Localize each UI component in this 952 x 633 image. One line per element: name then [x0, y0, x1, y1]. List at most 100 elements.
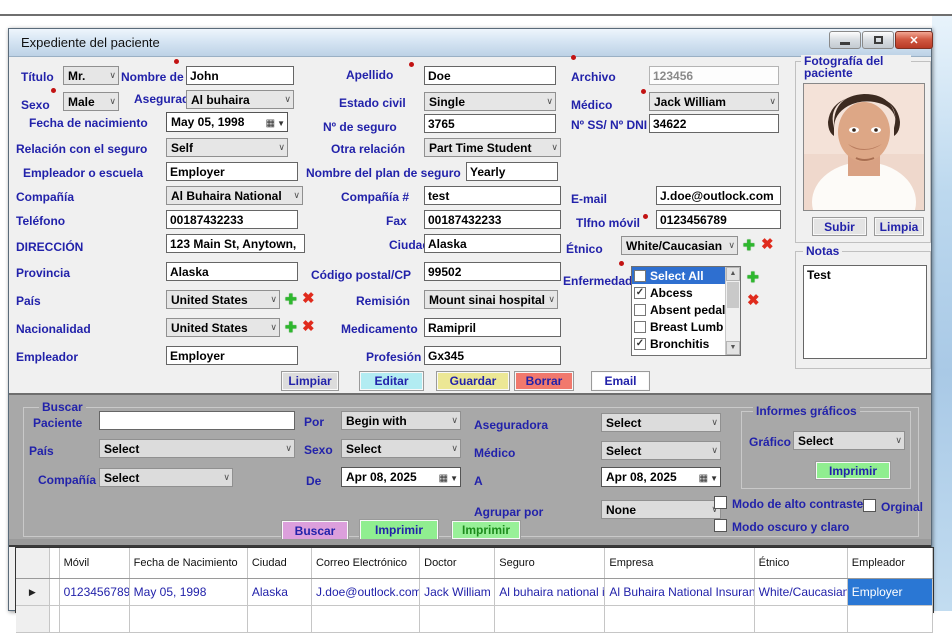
- buscar-aseguradora-select[interactable]: Select∨: [601, 413, 721, 432]
- fax-input[interactable]: 00187432233: [424, 210, 561, 229]
- grid-cell[interactable]: 0123456789: [59, 579, 129, 606]
- notas-textarea[interactable]: Test: [803, 265, 927, 359]
- medicamento-input[interactable]: Ramipril: [424, 318, 561, 337]
- num-seguro-input[interactable]: 3765: [424, 114, 556, 133]
- delete-enfermedad-icon[interactable]: ✖: [747, 293, 760, 308]
- grid-cell[interactable]: Jack William: [420, 579, 495, 606]
- buscar-a-datepicker[interactable]: Apr 08, 2025 ▦▼: [601, 467, 721, 487]
- disease-item[interactable]: Select All: [632, 267, 726, 284]
- email-input[interactable]: J.doe@outlock.com: [656, 186, 781, 205]
- fecha-nacimiento-datepicker[interactable]: May 05, 1998 ▦▼: [166, 112, 288, 132]
- results-grid[interactable]: Móvil Fecha de Nacimiento Ciudad Correo …: [15, 547, 934, 613]
- grid-header[interactable]: Fecha de Nacimiento: [129, 548, 247, 579]
- plan-seguro-input[interactable]: Yearly: [466, 162, 558, 181]
- grafico-select[interactable]: Select∨: [793, 431, 905, 450]
- grid-cell[interactable]: Alaska: [247, 579, 311, 606]
- medico-select[interactable]: Jack William∨: [649, 92, 779, 111]
- add-pais-icon[interactable]: ✚: [285, 292, 297, 306]
- delete-etnico-icon[interactable]: ✖: [761, 237, 774, 252]
- buscar-de-datepicker[interactable]: Apr 08, 2025 ▦▼: [341, 467, 461, 487]
- disease-item[interactable]: Breast Lumb: [632, 318, 726, 335]
- grid-cell[interactable]: J.doe@outlock.com: [311, 579, 419, 606]
- grid-header[interactable]: Móvil: [59, 548, 129, 579]
- scroll-up-icon[interactable]: ▲: [726, 267, 740, 281]
- grid-cell[interactable]: White/Caucasian: [754, 579, 847, 606]
- orginal-checkbox[interactable]: [863, 499, 876, 512]
- delete-nacionalidad-icon[interactable]: ✖: [302, 319, 315, 334]
- imprimir-button[interactable]: Imprimir: [359, 519, 439, 541]
- disease-list[interactable]: Select All✓AbcessAbsent pedal puBreast L…: [631, 266, 741, 356]
- movil-input[interactable]: 0123456789: [656, 210, 781, 229]
- scroll-down-icon[interactable]: ▼: [726, 341, 740, 355]
- grid-cell-selected[interactable]: Employer: [847, 579, 932, 606]
- apellido-input[interactable]: Doe: [424, 66, 556, 85]
- grid-header[interactable]: Seguro: [495, 548, 605, 579]
- disease-item[interactable]: ✓Bronchitis: [632, 335, 726, 352]
- agrupar-por-select[interactable]: None∨: [601, 500, 721, 519]
- nombre-input[interactable]: John: [186, 66, 294, 85]
- restore-button[interactable]: [862, 31, 894, 49]
- subir-button[interactable]: Subir: [812, 217, 867, 236]
- editar-button[interactable]: Editar: [359, 371, 424, 391]
- limpiar-button[interactable]: Limpiar: [281, 371, 339, 391]
- delete-pais-icon[interactable]: ✖: [302, 291, 315, 306]
- checkbox-checked-icon[interactable]: ✓: [634, 287, 646, 299]
- add-enfermedad-icon[interactable]: ✚: [747, 270, 759, 284]
- grid-cell[interactable]: May 05, 1998: [129, 579, 247, 606]
- row-marker-icon[interactable]: ▶: [16, 579, 49, 606]
- provincia-input[interactable]: Alaska: [166, 262, 298, 281]
- close-button[interactable]: ✕: [895, 31, 933, 49]
- limpia-button[interactable]: Limpia: [874, 217, 924, 236]
- ciudad-input[interactable]: Alaska: [424, 234, 561, 253]
- buscar-button[interactable]: Buscar: [281, 520, 349, 541]
- telefono-input[interactable]: 00187432233: [166, 210, 298, 229]
- grid-header[interactable]: Ciudad: [247, 548, 311, 579]
- compania-num-input[interactable]: test: [424, 186, 561, 205]
- borrar-button[interactable]: Borrar: [514, 371, 574, 391]
- ss-dni-input[interactable]: 34622: [649, 114, 779, 133]
- imprimir-informe-button[interactable]: Imprimir: [815, 461, 891, 480]
- checkbox-checked-icon[interactable]: ✓: [634, 338, 646, 350]
- checkbox-unchecked-icon[interactable]: [634, 321, 646, 333]
- grid-header[interactable]: Correo Electrónico: [311, 548, 419, 579]
- sexo-select[interactable]: Male∨: [63, 92, 119, 111]
- modo-oscuro-checkbox[interactable]: [714, 519, 727, 532]
- scroll-thumb[interactable]: [727, 282, 739, 308]
- relacion-seguro-select[interactable]: Self∨: [166, 138, 288, 157]
- add-etnico-icon[interactable]: ✚: [743, 238, 755, 252]
- imprimir2-button[interactable]: Imprimir: [451, 520, 521, 540]
- checkbox-unchecked-icon[interactable]: [634, 304, 646, 316]
- nacionalidad-select[interactable]: United States∨: [166, 318, 280, 337]
- checkbox-unchecked-icon[interactable]: [634, 270, 646, 282]
- etnico-select[interactable]: White/Caucasian∨: [621, 236, 738, 255]
- minimize-button[interactable]: [829, 31, 861, 49]
- buscar-paciente-input[interactable]: [99, 411, 295, 430]
- grid-cell[interactable]: Al buhaira national ins.: [495, 579, 605, 606]
- buscar-por-select[interactable]: Begin with∨: [341, 411, 461, 430]
- buscar-compania-select[interactable]: Select∨: [99, 468, 233, 487]
- direccion-input[interactable]: 123 Main St, Anytown,: [166, 234, 305, 253]
- disease-item[interactable]: Absent pedal pu: [632, 301, 726, 318]
- compania-select[interactable]: Al Buhaira National∨: [166, 186, 303, 205]
- email-button[interactable]: Email: [591, 371, 650, 391]
- grid-header[interactable]: Empleador: [847, 548, 932, 579]
- empleador-escuela-input[interactable]: Employer: [166, 162, 298, 181]
- estado-civil-select[interactable]: Single∨: [424, 92, 556, 111]
- profesion-input[interactable]: Gx345: [424, 346, 561, 365]
- alto-contraste-checkbox[interactable]: [714, 496, 727, 509]
- grid-header[interactable]: Doctor: [420, 548, 495, 579]
- codigo-postal-input[interactable]: 99502: [424, 262, 561, 281]
- buscar-medico-select[interactable]: Select∨: [601, 441, 721, 460]
- grid-data-row[interactable]: ▶ 0123456789 May 05, 1998 Alaska J.doe@o…: [16, 579, 933, 606]
- remision-select[interactable]: Mount sinai hospital∨: [424, 290, 558, 309]
- disease-item[interactable]: ✓Abcess: [632, 284, 726, 301]
- otra-relacion-select[interactable]: Part Time Student∨: [424, 138, 561, 157]
- disease-list-scrollbar[interactable]: ▲ ▼: [725, 267, 740, 355]
- pais-select[interactable]: United States∨: [166, 290, 280, 309]
- guardar-button[interactable]: Guardar: [436, 371, 510, 391]
- add-nacionalidad-icon[interactable]: ✚: [285, 320, 297, 334]
- empleador-input[interactable]: Employer: [166, 346, 298, 365]
- grid-cell[interactable]: Al Buhaira National Insurance: [605, 579, 754, 606]
- title-bar[interactable]: Expediente del paciente ✕: [9, 29, 931, 57]
- titulo-select[interactable]: Mr.∨: [63, 66, 119, 85]
